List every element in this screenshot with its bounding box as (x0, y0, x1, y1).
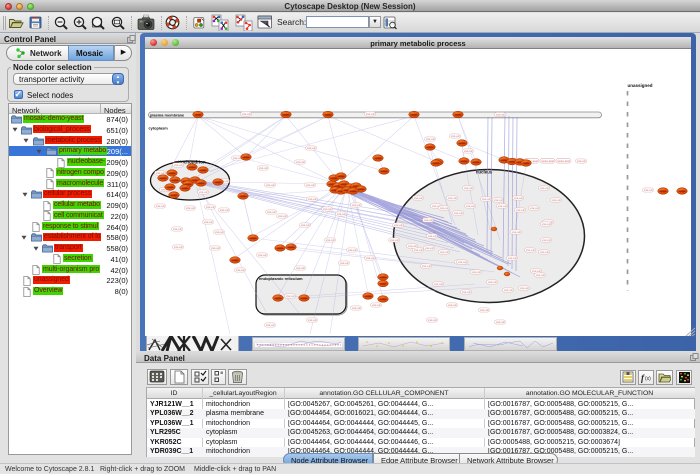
svg-text:cytoplasm: cytoplasm (149, 126, 169, 131)
svg-text:xxx-xd: xxx-xd (520, 286, 529, 290)
svg-text:xxx-xd: xxx-xd (308, 318, 317, 322)
svg-text:xxx-xd: xxx-xd (242, 112, 251, 116)
svg-text:xxx-xd: xxx-xd (422, 264, 431, 268)
svg-text:xxx-xd: xxx-xd (204, 220, 213, 224)
svg-text:xxx-xd: xxx-xd (233, 156, 242, 160)
svg-text:xxx-xd: xxx-xd (215, 230, 224, 234)
svg-text:(x): (x) (645, 376, 651, 382)
svg-text:xxx-xd: xxx-xd (464, 186, 473, 190)
svg-text:xxx-xd: xxx-xd (440, 250, 449, 254)
svg-text:xxx-xd: xxx-xd (267, 210, 276, 214)
svg-text:xxx-xd: xxx-xd (286, 294, 295, 298)
svg-text:xxx-xd: xxx-xd (366, 112, 375, 116)
svg-text:xxx-xd: xxx-xd (258, 253, 267, 257)
svg-text:xxx-xd: xxx-xd (480, 308, 489, 312)
svg-text:xxx-xd: xxx-xd (488, 280, 497, 284)
svg-text:xxx-xd: xxx-xd (512, 230, 521, 234)
svg-text:xxx-xd: xxx-xd (308, 197, 317, 201)
svg-text:xxx-xd: xxx-xd (458, 260, 467, 264)
svg-text:xxx-xd: xxx-xd (530, 206, 539, 210)
svg-text:xxx-xd: xxx-xd (414, 196, 423, 200)
svg-text:xxxx-xxd: xxxx-xxd (558, 159, 570, 163)
svg-text:xxx-xd: xxx-xd (451, 134, 460, 138)
svg-text:xxx-xd: xxx-xd (206, 205, 215, 209)
svg-text:xxx-xd: xxx-xd (173, 227, 182, 231)
svg-text:xxx-xd: xxx-xd (426, 137, 435, 141)
svg-text:xxx-xd: xxx-xd (174, 163, 183, 167)
svg-text:xxx-xd: xxx-xd (337, 212, 346, 216)
svg-text:xxx-xd: xxx-xd (259, 166, 268, 170)
svg-text:xxx-xd: xxx-xd (504, 288, 513, 292)
svg-text:plasma membrane: plasma membrane (150, 112, 185, 117)
svg-text:xxx-xd: xxx-xd (540, 186, 549, 190)
svg-text:xxx-xd: xxx-xd (508, 256, 517, 260)
svg-text:xxx-xd: xxx-xd (372, 303, 381, 307)
svg-text:xxx-xd: xxx-xd (494, 198, 503, 202)
svg-text:xxx-xd: xxx-xd (352, 203, 361, 207)
svg-text:xxx-xd: xxx-xd (482, 197, 491, 201)
svg-text:xxx-xd: xxx-xd (428, 234, 437, 238)
svg-text:xxx-xd: xxx-xd (348, 248, 357, 252)
svg-text:xxx-xd: xxx-xd (301, 223, 310, 227)
svg-text:xxx-xd: xxx-xd (323, 207, 332, 211)
svg-text:xxx-xd: xxx-xd (352, 306, 361, 310)
svg-text:xxx-xd: xxx-xd (552, 198, 561, 202)
svg-text:xxx-xd: xxx-xd (236, 268, 245, 272)
svg-text:xxx-xd: xxx-xd (296, 160, 305, 164)
svg-text:xxx-xd: xxx-xd (516, 208, 525, 212)
svg-text:endoplasmic reticulum: endoplasmic reticulum (259, 276, 303, 281)
svg-text:xxx-xd: xxx-xd (394, 223, 403, 227)
svg-text:xxx-xd: xxx-xd (466, 204, 475, 208)
svg-text:xxx-xd: xxx-xd (498, 204, 507, 208)
svg-text:xxx-xd: xxx-xd (366, 256, 375, 260)
svg-text:xxx-xd: xxx-xd (462, 290, 471, 294)
svg-text:xxx-xd: xxx-xd (448, 196, 457, 200)
svg-text:xxx-xd: xxx-xd (408, 244, 417, 248)
svg-text:xxx-xd: xxx-xd (644, 188, 653, 192)
svg-text:xxx-xd: xxx-xd (514, 196, 523, 200)
svg-text:xxx-xd: xxx-xd (472, 270, 481, 274)
svg-text:xxx-xd: xxx-xd (464, 149, 473, 153)
svg-text:xxx-xd: xxx-xd (496, 113, 505, 117)
svg-text:xxx-xd: xxx-xd (577, 159, 586, 163)
svg-text:xxx-xd: xxx-xd (542, 238, 551, 242)
svg-text:xxx-xd: xxx-xd (306, 183, 315, 187)
svg-text:xxx-xd: xxx-xd (174, 245, 183, 249)
svg-text:xxx-xd: xxx-xd (434, 282, 443, 286)
svg-text:xxx-xd: xxx-xd (186, 206, 195, 210)
svg-text:xxx-xd: xxx-xd (540, 250, 549, 254)
svg-text:xxx-xd: xxx-xd (220, 208, 229, 212)
svg-text:xxx-xd: xxx-xd (454, 211, 463, 215)
svg-text:xxx-xd: xxx-xd (526, 248, 535, 252)
svg-text:xxxx-xxd: xxxx-xxd (542, 159, 554, 163)
svg-text:xxx-xd: xxx-xd (496, 320, 505, 324)
svg-text:unassigned: unassigned (628, 83, 653, 88)
svg-text:xxx-xd: xxx-xd (211, 246, 220, 250)
svg-text:xxx-xd: xxx-xd (425, 246, 434, 250)
svg-text:xxx-xd: xxx-xd (536, 273, 545, 277)
svg-text:xxx-xd: xxx-xd (340, 261, 349, 265)
svg-text:xxx-xd: xxx-xd (542, 222, 551, 226)
svg-text:xxx-xd: xxx-xd (156, 204, 165, 208)
svg-text:xxx-xd: xxx-xd (424, 218, 433, 222)
svg-text:xxx-xd: xxx-xd (390, 238, 399, 242)
svg-text:xxx-xd: xxx-xd (326, 238, 335, 242)
svg-text:xxx-xd: xxx-xd (448, 303, 457, 307)
svg-text:xxx-xd: xxx-xd (307, 146, 316, 150)
svg-text:xxx-xd: xxx-xd (414, 248, 423, 252)
svg-text:xxx-xd: xxx-xd (440, 206, 449, 210)
svg-text:xxx-xd: xxx-xd (278, 214, 287, 218)
svg-text:xxx-xd: xxx-xd (296, 266, 305, 270)
svg-text:xxx-xd: xxx-xd (199, 190, 208, 194)
svg-text:xxx-xd: xxx-xd (266, 183, 275, 187)
svg-text:xxx-xd: xxx-xd (266, 323, 275, 327)
svg-text:xxx-xd: xxx-xd (428, 318, 437, 322)
